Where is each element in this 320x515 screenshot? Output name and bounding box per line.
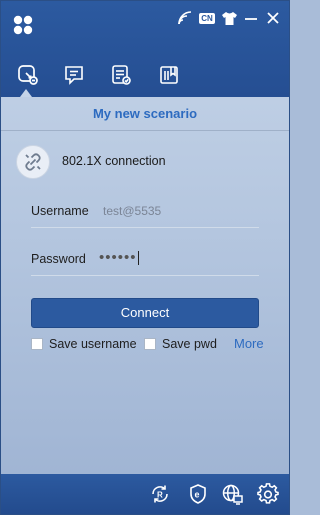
active-tab-indicator: [20, 89, 32, 97]
language-icon[interactable]: CN: [199, 10, 215, 26]
header: CN: [1, 1, 289, 97]
username-field[interactable]: Username test@5535: [31, 197, 259, 228]
save-username-checkbox[interactable]: [31, 338, 43, 350]
footer-toolbar: R e: [1, 474, 289, 514]
settings-gear-icon[interactable]: [257, 483, 279, 505]
language-badge: CN: [199, 12, 215, 24]
refresh-r-icon[interactable]: R: [149, 483, 171, 505]
tab-connection[interactable]: [16, 63, 40, 87]
shirt-skin-icon[interactable]: [221, 10, 237, 26]
checklist-icon: [112, 65, 131, 85]
tab-messages[interactable]: [62, 63, 86, 87]
tab-book[interactable]: [157, 63, 181, 87]
save-username-option[interactable]: Save username: [31, 336, 137, 352]
connection-header: 802.1X connection: [1, 131, 289, 189]
password-field[interactable]: Password ••••••: [31, 245, 259, 276]
username-label: Username: [31, 204, 89, 218]
app-window: CN My new scenario 802.1X connection Use…: [0, 0, 290, 515]
shield-e-icon[interactable]: e: [187, 483, 209, 505]
globe-monitor-icon[interactable]: [221, 483, 243, 505]
svg-text:e: e: [195, 490, 200, 500]
svg-text:R: R: [157, 491, 163, 500]
link-broken-icon: [16, 145, 50, 179]
minimize-icon[interactable]: [243, 10, 259, 26]
save-pwd-label: Save pwd: [162, 337, 217, 351]
password-input[interactable]: ••••••: [99, 249, 139, 266]
book-icon: [160, 66, 178, 84]
window-controls: CN: [177, 10, 281, 26]
nav-tabs: [1, 63, 289, 97]
password-label: Password: [31, 252, 86, 266]
connection-title: 802.1X connection: [62, 154, 166, 168]
username-input[interactable]: test@5535: [103, 204, 161, 218]
connect-button[interactable]: Connect: [31, 298, 259, 328]
link-icon: [18, 65, 38, 85]
wifi-signal-icon[interactable]: [177, 10, 193, 26]
message-icon: [65, 66, 83, 85]
more-link[interactable]: More: [234, 336, 264, 351]
save-username-label: Save username: [49, 337, 137, 351]
logo-icon: [12, 14, 34, 36]
close-icon[interactable]: [265, 10, 281, 26]
text-cursor: [137, 251, 139, 266]
password-value: ••••••: [99, 249, 137, 266]
scenario-title[interactable]: My new scenario: [1, 97, 289, 131]
save-pwd-option[interactable]: Save pwd: [144, 336, 217, 352]
tab-tasks[interactable]: [109, 63, 133, 87]
save-pwd-checkbox[interactable]: [144, 338, 156, 350]
